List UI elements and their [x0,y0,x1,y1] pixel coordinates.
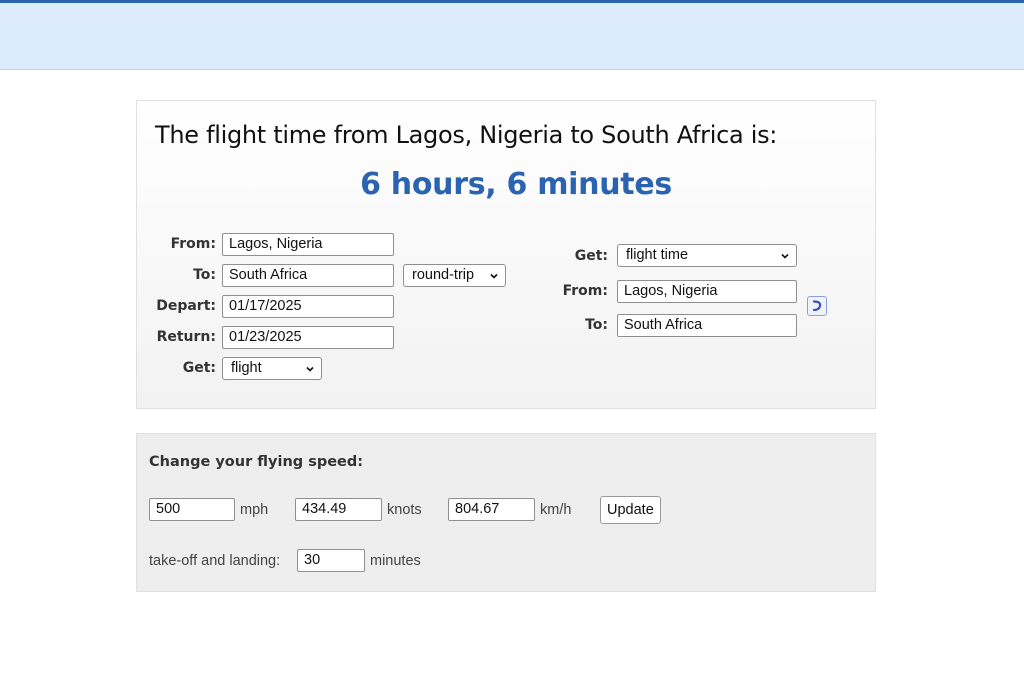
right-get-select-value: flight time [626,247,689,263]
return-date-input[interactable]: 01/23/2025 [222,326,394,349]
right-get-label: Get: [574,248,608,264]
chevron-down-icon [490,273,498,279]
update-button[interactable]: Update [600,496,661,524]
chevron-down-icon [306,366,314,372]
right-get-select[interactable]: flight time [617,244,797,267]
trip-type-select[interactable]: round-trip [403,264,506,287]
right-to-input[interactable]: South Africa [617,314,797,337]
kmh-unit: km/h [540,502,572,518]
right-to-label: To: [585,317,608,333]
mph-unit: mph [240,502,269,518]
mph-input[interactable]: 500 [149,498,235,521]
kmh-input[interactable]: 804.67 [448,498,535,521]
get-select-value: flight [231,360,262,376]
get-select[interactable]: flight [222,357,322,380]
depart-label: Depart: [156,298,216,314]
right-from-label: From: [562,283,608,299]
takeoff-input[interactable]: 30 [297,549,365,572]
depart-date-input[interactable]: 01/17/2025 [222,295,394,318]
to-input[interactable]: South Africa [222,264,394,287]
swap-button[interactable] [807,296,827,316]
takeoff-label: take-off and landing: [149,553,281,569]
right-from-input[interactable]: Lagos, Nigeria [617,280,797,303]
trip-type-value: round-trip [412,267,475,283]
to-label: To: [193,267,216,283]
swap-arrow-icon [812,300,822,312]
header-banner [0,3,1024,70]
result-title: The flight time from Lagos, Nigeria to S… [155,121,778,149]
from-label: From: [170,236,216,252]
takeoff-unit: minutes [370,553,421,569]
flight-time-result: 6 hours, 6 minutes [360,167,672,202]
knots-unit: knots [387,502,422,518]
get-label: Get: [182,360,216,376]
return-label: Return: [156,329,216,345]
from-input[interactable]: Lagos, Nigeria [222,233,394,256]
knots-input[interactable]: 434.49 [295,498,382,521]
chevron-down-icon [781,253,789,259]
speed-title: Change your flying speed: [149,454,364,470]
